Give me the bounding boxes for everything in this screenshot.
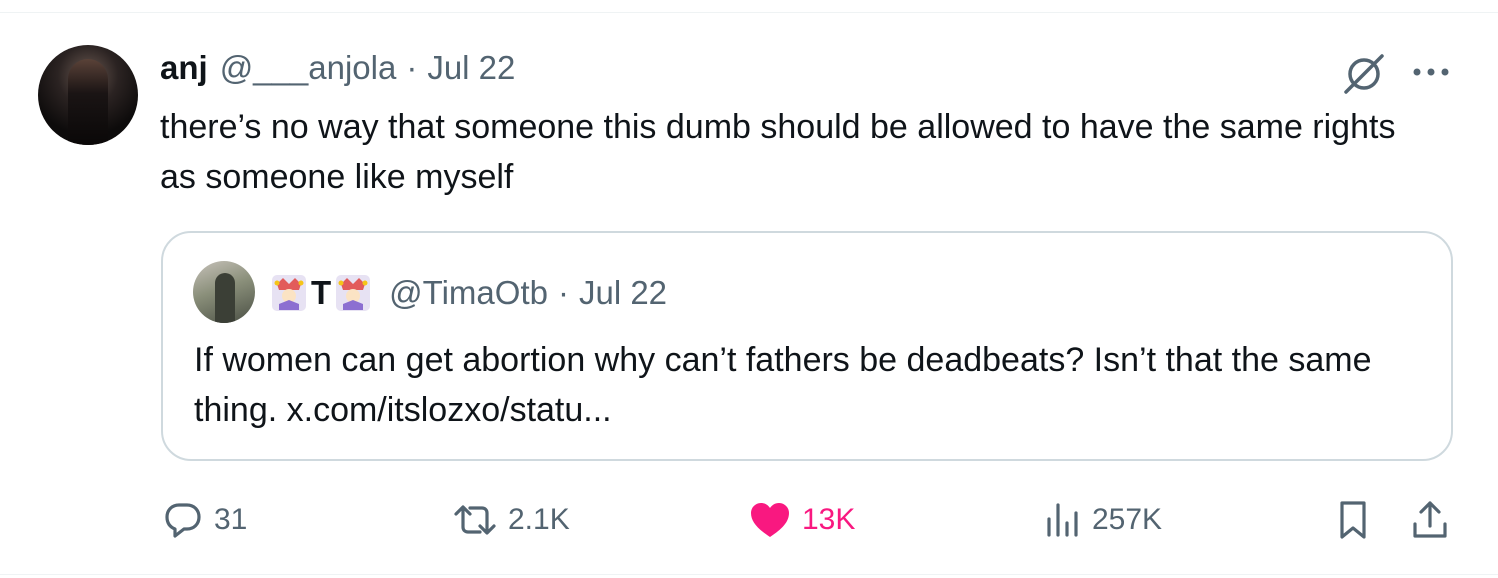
quoted-tweet-date[interactable]: Jul 22: [579, 274, 667, 312]
views-button[interactable]: 257K: [1044, 498, 1162, 542]
author-avatar[interactable]: [38, 45, 138, 145]
reply-count: 31: [214, 503, 248, 536]
reply-button[interactable]: 31: [162, 498, 247, 542]
quoted-author-handle[interactable]: @TimaOtb: [389, 274, 548, 312]
quoted-tweet-header: T @TimaOtb · Jul 22: [271, 271, 667, 315]
tweet-text: there’s no way that someone this dumb sh…: [160, 108, 1396, 196]
bookmark-button[interactable]: [1335, 498, 1371, 542]
repost-count: 2.1K: [508, 503, 570, 536]
like-button[interactable]: 13K: [748, 498, 855, 542]
tweet-date[interactable]: Jul 22: [427, 49, 515, 87]
jester-emoji-icon: [335, 274, 371, 312]
author-handle[interactable]: @___anjola: [220, 49, 397, 87]
more-dots-icon[interactable]: [1408, 52, 1454, 92]
repost-button[interactable]: 2.1K: [452, 498, 570, 542]
header-separator: ·: [406, 49, 418, 86]
tweet-header: anj @___anjola · Jul 22: [160, 48, 515, 88]
quoted-tweet-card[interactable]: T @TimaOtb · Jul 22 If women can get abo…: [161, 231, 1453, 461]
reply-bubble-icon: [162, 499, 204, 541]
quoted-header-separator: ·: [557, 274, 569, 311]
top-divider: [0, 12, 1498, 13]
like-count: 13K: [802, 503, 856, 536]
bottom-divider: [0, 574, 1498, 575]
author-name[interactable]: anj: [160, 49, 208, 87]
bookmark-icon: [1335, 498, 1371, 542]
quoted-author-avatar[interactable]: [193, 261, 255, 323]
quoted-tweet-text: If women can get abortion why can’t fath…: [194, 341, 1372, 429]
share-button[interactable]: [1410, 498, 1450, 542]
grok-icon[interactable]: [1340, 52, 1388, 96]
heart-icon: [748, 499, 792, 541]
jester-emoji-icon: [271, 274, 307, 312]
quoted-author-name[interactable]: T: [311, 274, 331, 312]
analytics-bars-icon: [1044, 499, 1082, 541]
share-upload-icon: [1410, 498, 1450, 542]
repost-arrows-icon: [452, 499, 498, 541]
views-count: 257K: [1092, 503, 1163, 536]
